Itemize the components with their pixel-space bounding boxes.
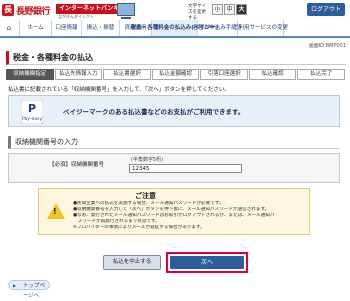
home-icon: ⌂ [6,24,12,32]
instruction-text: 払込書に記載されている「収納機関番号」を入力して、「次へ」ボタンを押してください… [8,87,230,93]
bank-logo-mark: 長 [2,4,14,16]
caution-box: ご注意 ! ●民間企業への払込を実施する場合、メール通知パスワードが必要です。 … [38,188,310,235]
global-nav: ⌂ ホーム 口座情報 振込・振替 資産運用 税金・各種料金の払込み(ペイジー) … [0,20,350,38]
nav-account-info[interactable]: 口座情報 [52,20,82,36]
step-item: 払込確認 [248,69,297,80]
institution-number-input[interactable] [129,164,242,173]
step-item: 収納機関指定 [6,69,54,80]
fontsize-medium-button[interactable]: 中 [224,4,235,15]
site-header: 長 長野銀行 インターネットバンキング ながぎんダイレクト 文字サイズを変更する… [0,0,350,21]
cancel-payment-button[interactable]: 払込を中止する [103,255,161,270]
section-title: 収納機関番号の入力 [8,136,340,149]
step-item: 引落口座選択 [200,69,248,80]
payeasy-info-box: P Pay-easy ペイジーマークのある払込書などのお支払がご利用できます。 [8,95,340,127]
warning-icon-mark: ! [53,207,57,216]
next-button-highlight: 次へ [166,252,248,273]
caution-title: ご注意 [135,192,156,200]
payeasy-logo-icon: P Pay-easy [21,100,43,124]
fontsize-large-button[interactable]: 大 [236,4,247,15]
step-item: 払込金額確認 [151,69,200,80]
top-page-link[interactable]: トップページへ [8,280,50,299]
svg-text:Pay-easy: Pay-easy [22,116,42,122]
next-button[interactable]: 次へ [170,256,244,269]
svg-text:P: P [28,102,36,115]
institution-number-hint: (半角数字5桁) [131,157,164,163]
screen-id: 画面ID:BMP001 [308,43,346,49]
bank-name: 長野銀行 [16,6,51,17]
nav-transfer[interactable]: 振込・振替 [82,20,120,36]
logout-button[interactable]: ログアウト [307,3,345,16]
institution-number-label: 【必須】収納機関番号 [49,162,105,168]
nav-home-label[interactable]: ホーム [20,20,52,36]
nav-payeasy[interactable]: 税金・各種料金の払込み(ペイジー) [131,20,218,36]
caution-list: ●民間企業への払込を実施する場合、メール通知パスワードが必要です。 ●収納機関番… [73,201,307,231]
step-item: 払込書選択 [103,69,151,80]
fontsize-small-button[interactable]: 小 [212,4,223,15]
step-item: 払込先情報入力 [54,69,103,80]
nav-applications[interactable]: 各種お申込み手続き [193,20,242,36]
institution-number-form: 【必須】収納機関番号 (半角数字5桁) [8,153,340,183]
payeasy-message: ペイジーマークのある払込書などのお支払がご利用できます。 [63,108,245,116]
step-item: 払込完了 [297,69,346,80]
nav-home[interactable]: ⌂ [0,20,20,36]
page-title: 税金・各種料金の払込 [6,51,346,65]
computer-icon [117,3,135,19]
caution-line: ※プロバイダーの事情によりメールが遅延する場合があります。 [73,225,205,230]
bank-logo[interactable]: 長 長野銀行 [2,3,51,17]
nav-service-change[interactable]: ご利用サービスの変更 [233,20,288,36]
step-indicator: 収納機関指定 払込先情報入力 払込書選択 払込金額確認 引落口座選択 払込確認 … [6,69,346,80]
